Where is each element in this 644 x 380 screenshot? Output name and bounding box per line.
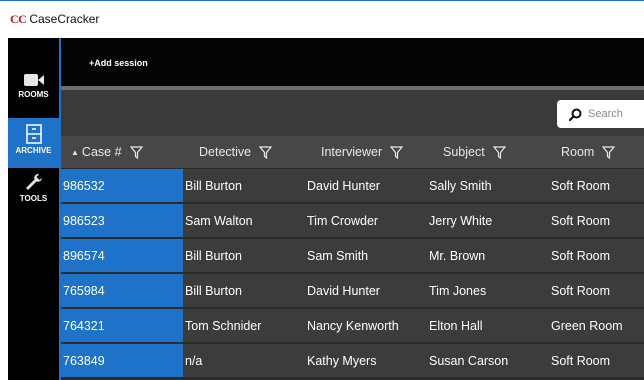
column-header-case[interactable]: ▲ Case #: [71, 136, 143, 168]
table-row[interactable]: 986532 Bill Burton David Hunter Sally Sm…: [61, 168, 644, 202]
table-row[interactable]: 986523 Sam Walton Tim Crowder Jerry Whit…: [61, 203, 644, 237]
sidebar-item-label: TOOLS: [19, 194, 48, 203]
cell-case-number: 764321: [63, 318, 105, 333]
sort-ascending-icon: ▲: [71, 147, 79, 157]
video-camera-icon: [23, 74, 44, 86]
cell-subject: Mr. Brown: [429, 248, 486, 263]
cell-room: Green Room: [551, 318, 623, 333]
cell-detective: Tom Schnider: [185, 318, 262, 333]
cell-detective: Bill Burton: [185, 283, 242, 298]
cell-interviewer: David Hunter: [307, 283, 380, 298]
sidebar-item-label: ROOMS: [18, 90, 49, 99]
cell-detective: Bill Burton: [185, 178, 242, 193]
search-box[interactable]: [557, 100, 644, 128]
table-row[interactable]: 764321 Tom Schnider Nancy Kenworth Elton…: [61, 308, 644, 342]
cell-subject: Elton Hall: [429, 318, 483, 333]
cell-interviewer: Nancy Kenworth: [307, 318, 399, 333]
sidebar-item-rooms[interactable]: ROOMS: [8, 72, 59, 114]
cell-interviewer: Tim Crowder: [307, 213, 379, 228]
cell-room: Soft Room: [551, 283, 611, 298]
window-title: CaseCracker: [29, 12, 100, 26]
cell-interviewer: Kathy Myers: [307, 353, 377, 368]
cell-room: Soft Room: [551, 178, 611, 193]
column-label: Detective: [199, 145, 252, 159]
window-titlebar: CC CaseCracker: [0, 0, 644, 37]
cell-subject: Sally Smith: [429, 178, 492, 193]
cell-subject: Jerry White: [429, 213, 493, 228]
table-row[interactable]: 765984 Bill Burton David Hunter Tim Jone…: [61, 273, 644, 307]
filter-icon[interactable]: [259, 145, 273, 159]
cell-interviewer: Sam Smith: [307, 248, 369, 263]
search-input[interactable]: [588, 108, 644, 120]
column-header-subject[interactable]: Subject: [443, 136, 506, 168]
column-header-room[interactable]: Room: [561, 136, 616, 168]
app-window: ROOMS ARCHIVE TOOLS +Add session Search …: [8, 38, 644, 380]
search-bar: [61, 90, 644, 136]
table-row[interactable]: 763849 n/a Kathy Myers Susan Carson Soft…: [61, 343, 644, 377]
column-label: Room: [561, 145, 595, 159]
top-toolbar: +Add session: [61, 38, 644, 86]
search-icon: [569, 108, 582, 121]
cell-case-number: 986532: [63, 178, 105, 193]
filter-icon[interactable]: [390, 145, 404, 159]
archive-icon: [25, 124, 42, 144]
column-label: Interviewer: [321, 145, 383, 159]
cell-case-number: 763849: [63, 353, 105, 368]
sidebar-item-tools[interactable]: TOOLS: [8, 168, 59, 212]
cell-case-number: 896574: [63, 248, 105, 263]
column-label: Subject: [443, 145, 485, 159]
cell-interviewer: David Hunter: [307, 178, 380, 193]
cell-room: Soft Room: [551, 248, 611, 263]
archive-panel: ▲ Case # Detective Interviewer: [61, 90, 644, 380]
cell-detective: Sam Walton: [185, 213, 253, 228]
column-header-detective[interactable]: Detective: [199, 136, 273, 168]
column-header-interviewer[interactable]: Interviewer: [321, 136, 404, 168]
sidebar-item-label: ARCHIVE: [15, 146, 52, 155]
wrench-icon: [25, 174, 42, 190]
cell-room: Soft Room: [551, 213, 611, 228]
app-logo: CC: [10, 11, 27, 26]
table-header: ▲ Case # Detective Interviewer Subject R…: [61, 136, 644, 168]
filter-icon[interactable]: [492, 145, 506, 159]
sidebar-item-archive[interactable]: ARCHIVE: [8, 118, 59, 168]
table-row[interactable]: 896574 Bill Burton Sam Smith Mr. Brown S…: [61, 238, 644, 272]
add-session-button[interactable]: +Add session: [89, 58, 148, 68]
column-label: Case #: [81, 145, 122, 159]
cell-subject: Tim Jones: [429, 283, 487, 298]
cell-detective: n/a: [185, 353, 203, 368]
cell-room: Soft Room: [551, 353, 611, 368]
sidebar: ROOMS ARCHIVE TOOLS: [8, 38, 59, 380]
cell-case-number: 986523: [63, 213, 105, 228]
cell-subject: Susan Carson: [429, 353, 509, 368]
cell-case-number: 765984: [63, 283, 105, 298]
cell-detective: Bill Burton: [185, 248, 242, 263]
filter-icon[interactable]: [602, 145, 616, 159]
filter-icon[interactable]: [129, 145, 143, 159]
